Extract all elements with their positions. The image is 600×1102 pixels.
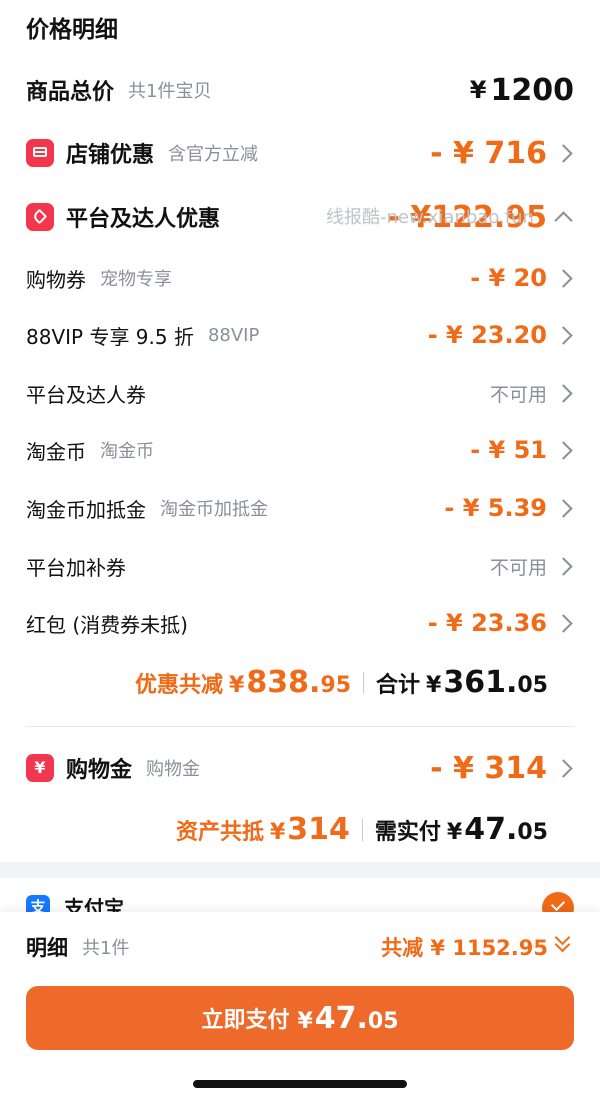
asset-total-label: 资产共抵 <box>175 820 264 845</box>
item-status: 不可用 <box>489 383 547 406</box>
item-sub: 88VIP <box>207 324 260 346</box>
item-amount: - ¥ 51 <box>470 436 547 464</box>
list-item[interactable]: 淘金币 淘金币 - ¥ 51 <box>26 430 574 470</box>
item-label: 红包 (消费券未抵) <box>26 612 188 637</box>
total-saved[interactable]: 共减 ¥ 1152.95 <box>381 932 548 962</box>
chevron-right-icon <box>554 268 573 288</box>
page-title: 价格明细 <box>26 17 118 43</box>
item-label: 淘金币 <box>26 439 86 464</box>
item-sub: 宠物专享 <box>100 269 172 290</box>
chevron-right-icon <box>554 143 573 163</box>
list-item[interactable]: 淘金币加抵金 淘金币加抵金 - ¥ 5.39 <box>26 488 574 528</box>
item-status: 不可用 <box>489 556 547 579</box>
chevron-right-icon <box>554 440 573 460</box>
tag-icon <box>26 203 54 231</box>
chevron-right-icon <box>554 383 573 403</box>
pay-now-button[interactable]: 立即支付 ¥47.05 <box>26 986 574 1050</box>
item-sub: 淘金币加抵金 <box>160 499 268 520</box>
section-separator <box>0 862 600 878</box>
home-indicator[interactable] <box>193 1080 407 1088</box>
chevron-right-icon <box>554 613 573 633</box>
store-discount-sub: 含官方立减 <box>168 144 259 165</box>
subtotal-label: 合计 <box>376 673 421 698</box>
pay-amount-value: ¥47.05 <box>446 812 548 847</box>
goods-total-yen: ¥ <box>469 76 487 104</box>
checkout-bar: 明细 共1件 共减 ¥ 1152.95 立即支付 ¥47.05 <box>0 912 600 1102</box>
detail-label[interactable]: 明细 <box>26 932 68 962</box>
item-label: 88VIP 专享 9.5 折 <box>26 324 194 349</box>
item-amount: - ¥ 23.20 <box>427 321 547 349</box>
goods-total-label: 商品总价 <box>26 80 115 105</box>
item-sub: 淘金币 <box>100 441 154 462</box>
divider <box>26 726 574 727</box>
watermark: 线报酷-new.xianbao.fun <box>326 207 534 228</box>
divider <box>361 818 363 841</box>
item-amount: - ¥ 5.39 <box>444 494 547 522</box>
item-label: 平台加补券 <box>26 555 126 580</box>
shopping-gold-row[interactable]: ¥ 购物金 购物金 - ¥ 314 <box>26 748 574 788</box>
shopping-gold-sub: 购物金 <box>146 759 201 780</box>
goods-total-value: 1200 <box>490 72 575 108</box>
item-label: 淘金币加抵金 <box>26 497 146 522</box>
list-item[interactable]: 平台及达人券 不可用 <box>26 373 574 413</box>
store-discount-amount: - ¥ 716 <box>430 135 547 171</box>
cash-icon: ¥ <box>26 754 54 782</box>
detail-count: 共1件 <box>82 938 130 959</box>
item-amount: - ¥ 23.36 <box>427 609 547 637</box>
store-discount-label: 店铺优惠 <box>66 143 155 168</box>
list-item[interactable]: 88VIP 专享 9.5 折 88VIP - ¥ 23.20 <box>26 315 574 355</box>
item-label: 购物券 <box>26 267 86 292</box>
goods-total-row: 商品总价 共1件宝贝 ¥ 1200 <box>26 70 574 110</box>
item-amount: - ¥ 20 <box>470 264 547 292</box>
pay-amount-label: 需实付 <box>374 820 441 845</box>
list-item[interactable]: 购物券 宠物专享 - ¥ 20 <box>26 258 574 298</box>
asset-summary: 资产共抵 ¥314 需实付 ¥47.05 <box>176 812 548 847</box>
discount-total-label: 优惠共减 <box>135 673 224 698</box>
double-chevron-down-icon[interactable] <box>554 929 571 953</box>
chevron-up-icon <box>554 210 573 230</box>
discount-summary: 优惠共减 ¥838.95 合计 ¥361.05 <box>135 665 548 700</box>
store-icon <box>26 139 54 167</box>
list-item[interactable]: 平台加补券 不可用 <box>26 546 574 586</box>
store-discount-row[interactable]: 店铺优惠 含官方立减 - ¥ 716 <box>26 133 574 173</box>
discount-total-value: ¥838.95 <box>229 665 352 700</box>
list-item[interactable]: 红包 (消费券未抵) - ¥ 23.36 <box>26 603 574 643</box>
subtotal-value: ¥361.05 <box>426 665 548 700</box>
pay-now-amount: ¥47.05 <box>297 1000 399 1036</box>
chevron-right-icon <box>554 325 573 345</box>
asset-total-value: ¥314 <box>269 812 350 847</box>
divider <box>363 671 365 694</box>
chevron-right-icon <box>554 498 573 518</box>
platform-discount-label: 平台及达人优惠 <box>66 207 221 232</box>
item-label: 平台及达人券 <box>26 382 146 407</box>
shopping-gold-label: 购物金 <box>66 758 133 783</box>
chevron-right-icon <box>554 556 573 576</box>
pay-now-label: 立即支付 <box>201 1008 290 1033</box>
goods-count: 共1件宝贝 <box>128 81 212 102</box>
chevron-right-icon <box>554 758 573 778</box>
shopping-gold-amount: - ¥ 314 <box>430 750 547 786</box>
